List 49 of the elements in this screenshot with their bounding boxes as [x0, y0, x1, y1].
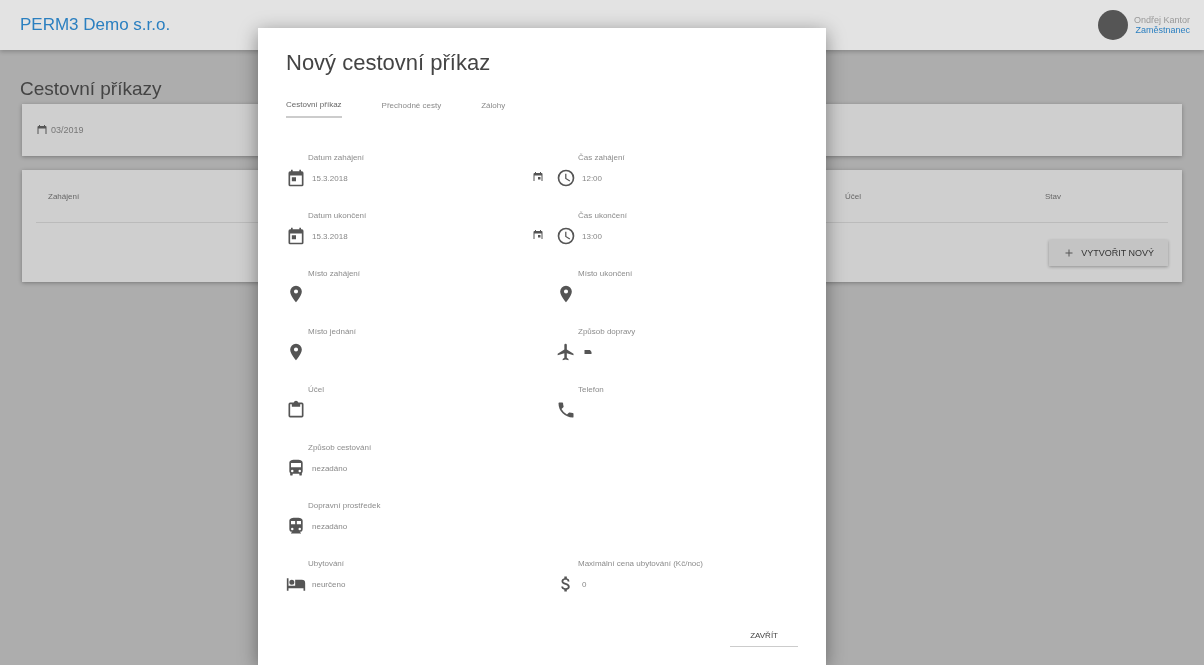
- create-button[interactable]: VYTVOŘIT NOVÝ: [1049, 240, 1168, 266]
- clipboard-icon: [286, 400, 306, 420]
- clock-icon: [556, 168, 576, 188]
- field-label: Způsob dopravy: [578, 327, 637, 336]
- field-label: Místo jednání: [308, 327, 358, 336]
- tab[interactable]: Cestovní příkaz: [286, 96, 342, 118]
- phone-icon: [556, 400, 576, 420]
- column-header[interactable]: Stav: [1045, 191, 1168, 201]
- dialog-title: Nový cestovní příkaz: [286, 50, 492, 76]
- user-role[interactable]: Zaměstnanec: [1135, 25, 1190, 35]
- field-label: Účel: [308, 385, 325, 394]
- field-label: Čas zahájení: [578, 153, 626, 162]
- close-button[interactable]: ZAVŘÍT: [730, 625, 798, 647]
- tab[interactable]: Zálohy: [481, 96, 506, 118]
- field-value[interactable]: nezadáno: [312, 521, 348, 531]
- calendar-icon: [36, 124, 48, 136]
- field-value[interactable]: 12:00: [582, 173, 603, 183]
- field-label: Ubytování: [308, 559, 346, 568]
- date-picker-icon: [532, 229, 544, 241]
- column-header[interactable]: Účel: [845, 191, 1045, 201]
- plus-icon: [1063, 247, 1076, 259]
- field-label: Dopravní prostředek: [308, 501, 382, 510]
- user-name: Ondřej Kantor: [1133, 15, 1190, 25]
- field-label: Způsob cestování: [308, 443, 373, 452]
- avatar[interactable]: [1097, 10, 1128, 40]
- page-title: Cestovní příkazy: [20, 78, 163, 100]
- field-value[interactable]: 0: [582, 579, 587, 589]
- field-label: Datum ukončení: [308, 211, 368, 220]
- field-value[interactable]: 13:00: [582, 231, 603, 241]
- field-label: Datum zahájení: [308, 153, 366, 162]
- field-label: Maximální cena ubytování (Kč/noc): [578, 559, 704, 568]
- field-label: Čas ukončení: [578, 211, 628, 220]
- calendar-icon: [286, 168, 306, 188]
- field-label: Místo zahájení: [308, 269, 362, 278]
- tab[interactable]: Přechodné cesty: [381, 96, 442, 118]
- field-value[interactable]: neurčeno: [312, 579, 346, 589]
- calendar-icon: [286, 226, 306, 246]
- clock-icon: [556, 226, 576, 246]
- date-picker-icon: [532, 171, 544, 183]
- field-value[interactable]: 15.3.2018: [312, 173, 348, 183]
- bus-icon: [286, 458, 306, 478]
- field-value[interactable]: 15.3.2018: [312, 231, 348, 241]
- train-icon: [286, 516, 306, 536]
- airplane-icon: [556, 342, 576, 362]
- filter-date[interactable]: 03/2019: [51, 125, 84, 135]
- field-value[interactable]: nezadáno: [312, 463, 348, 473]
- field-label: Místo ukončení: [578, 269, 634, 278]
- company-name[interactable]: PERM3 Demo s.r.o.: [20, 15, 171, 35]
- field-label: Telefon: [578, 385, 605, 394]
